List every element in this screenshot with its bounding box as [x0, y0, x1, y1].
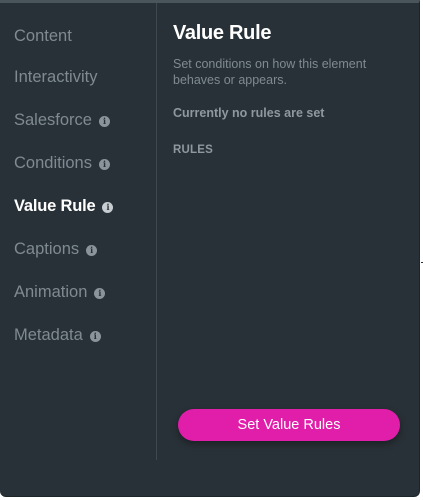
page-title: Value Rule: [173, 22, 272, 44]
sidebar-item-content[interactable]: Content: [14, 23, 72, 49]
sidebar-item-label: Metadata: [14, 325, 83, 344]
sidebar-item-label: Interactivity: [14, 67, 98, 86]
empty-state-message: Currently no rules are set: [173, 106, 325, 120]
sidebar-item-salesforce[interactable]: Salesforce i: [14, 107, 110, 133]
info-icon[interactable]: i: [94, 287, 106, 299]
info-icon[interactable]: i: [102, 201, 114, 213]
set-value-rules-button[interactable]: Set Value Rules: [178, 409, 400, 441]
sidebar-item-label: Value Rule: [14, 196, 96, 215]
rules-heading: RULES: [173, 144, 213, 156]
info-icon[interactable]: i: [86, 244, 98, 256]
sidebar-item-label: Conditions: [14, 153, 92, 172]
sidebar-item-captions[interactable]: Captions i: [14, 236, 98, 262]
sidebar-item-interactivity[interactable]: Interactivity: [14, 64, 97, 90]
sidebar-item-label: Captions: [14, 239, 80, 258]
info-icon[interactable]: i: [98, 158, 110, 170]
info-icon[interactable]: i: [89, 330, 101, 342]
sidebar-item-label: Content: [14, 26, 72, 45]
sidebar-nav: Content Interactivity Salesforce i Condi…: [0, 3, 157, 460]
info-icon[interactable]: i: [98, 115, 110, 127]
sidebar-item-metadata[interactable]: Metadata i: [14, 322, 101, 348]
sidebar-item-label: Salesforce: [14, 110, 92, 129]
sidebar-item-value-rule[interactable]: Value Rule i: [14, 193, 114, 219]
page-description: Set conditions on how this element behav…: [173, 57, 367, 87]
sidebar-item-label: Animation: [14, 282, 88, 301]
sidebar-item-animation[interactable]: Animation i: [14, 279, 106, 305]
properties-panel: Content Interactivity Salesforce i Condi…: [0, 0, 420, 497]
sidebar-item-conditions[interactable]: Conditions i: [14, 150, 110, 176]
